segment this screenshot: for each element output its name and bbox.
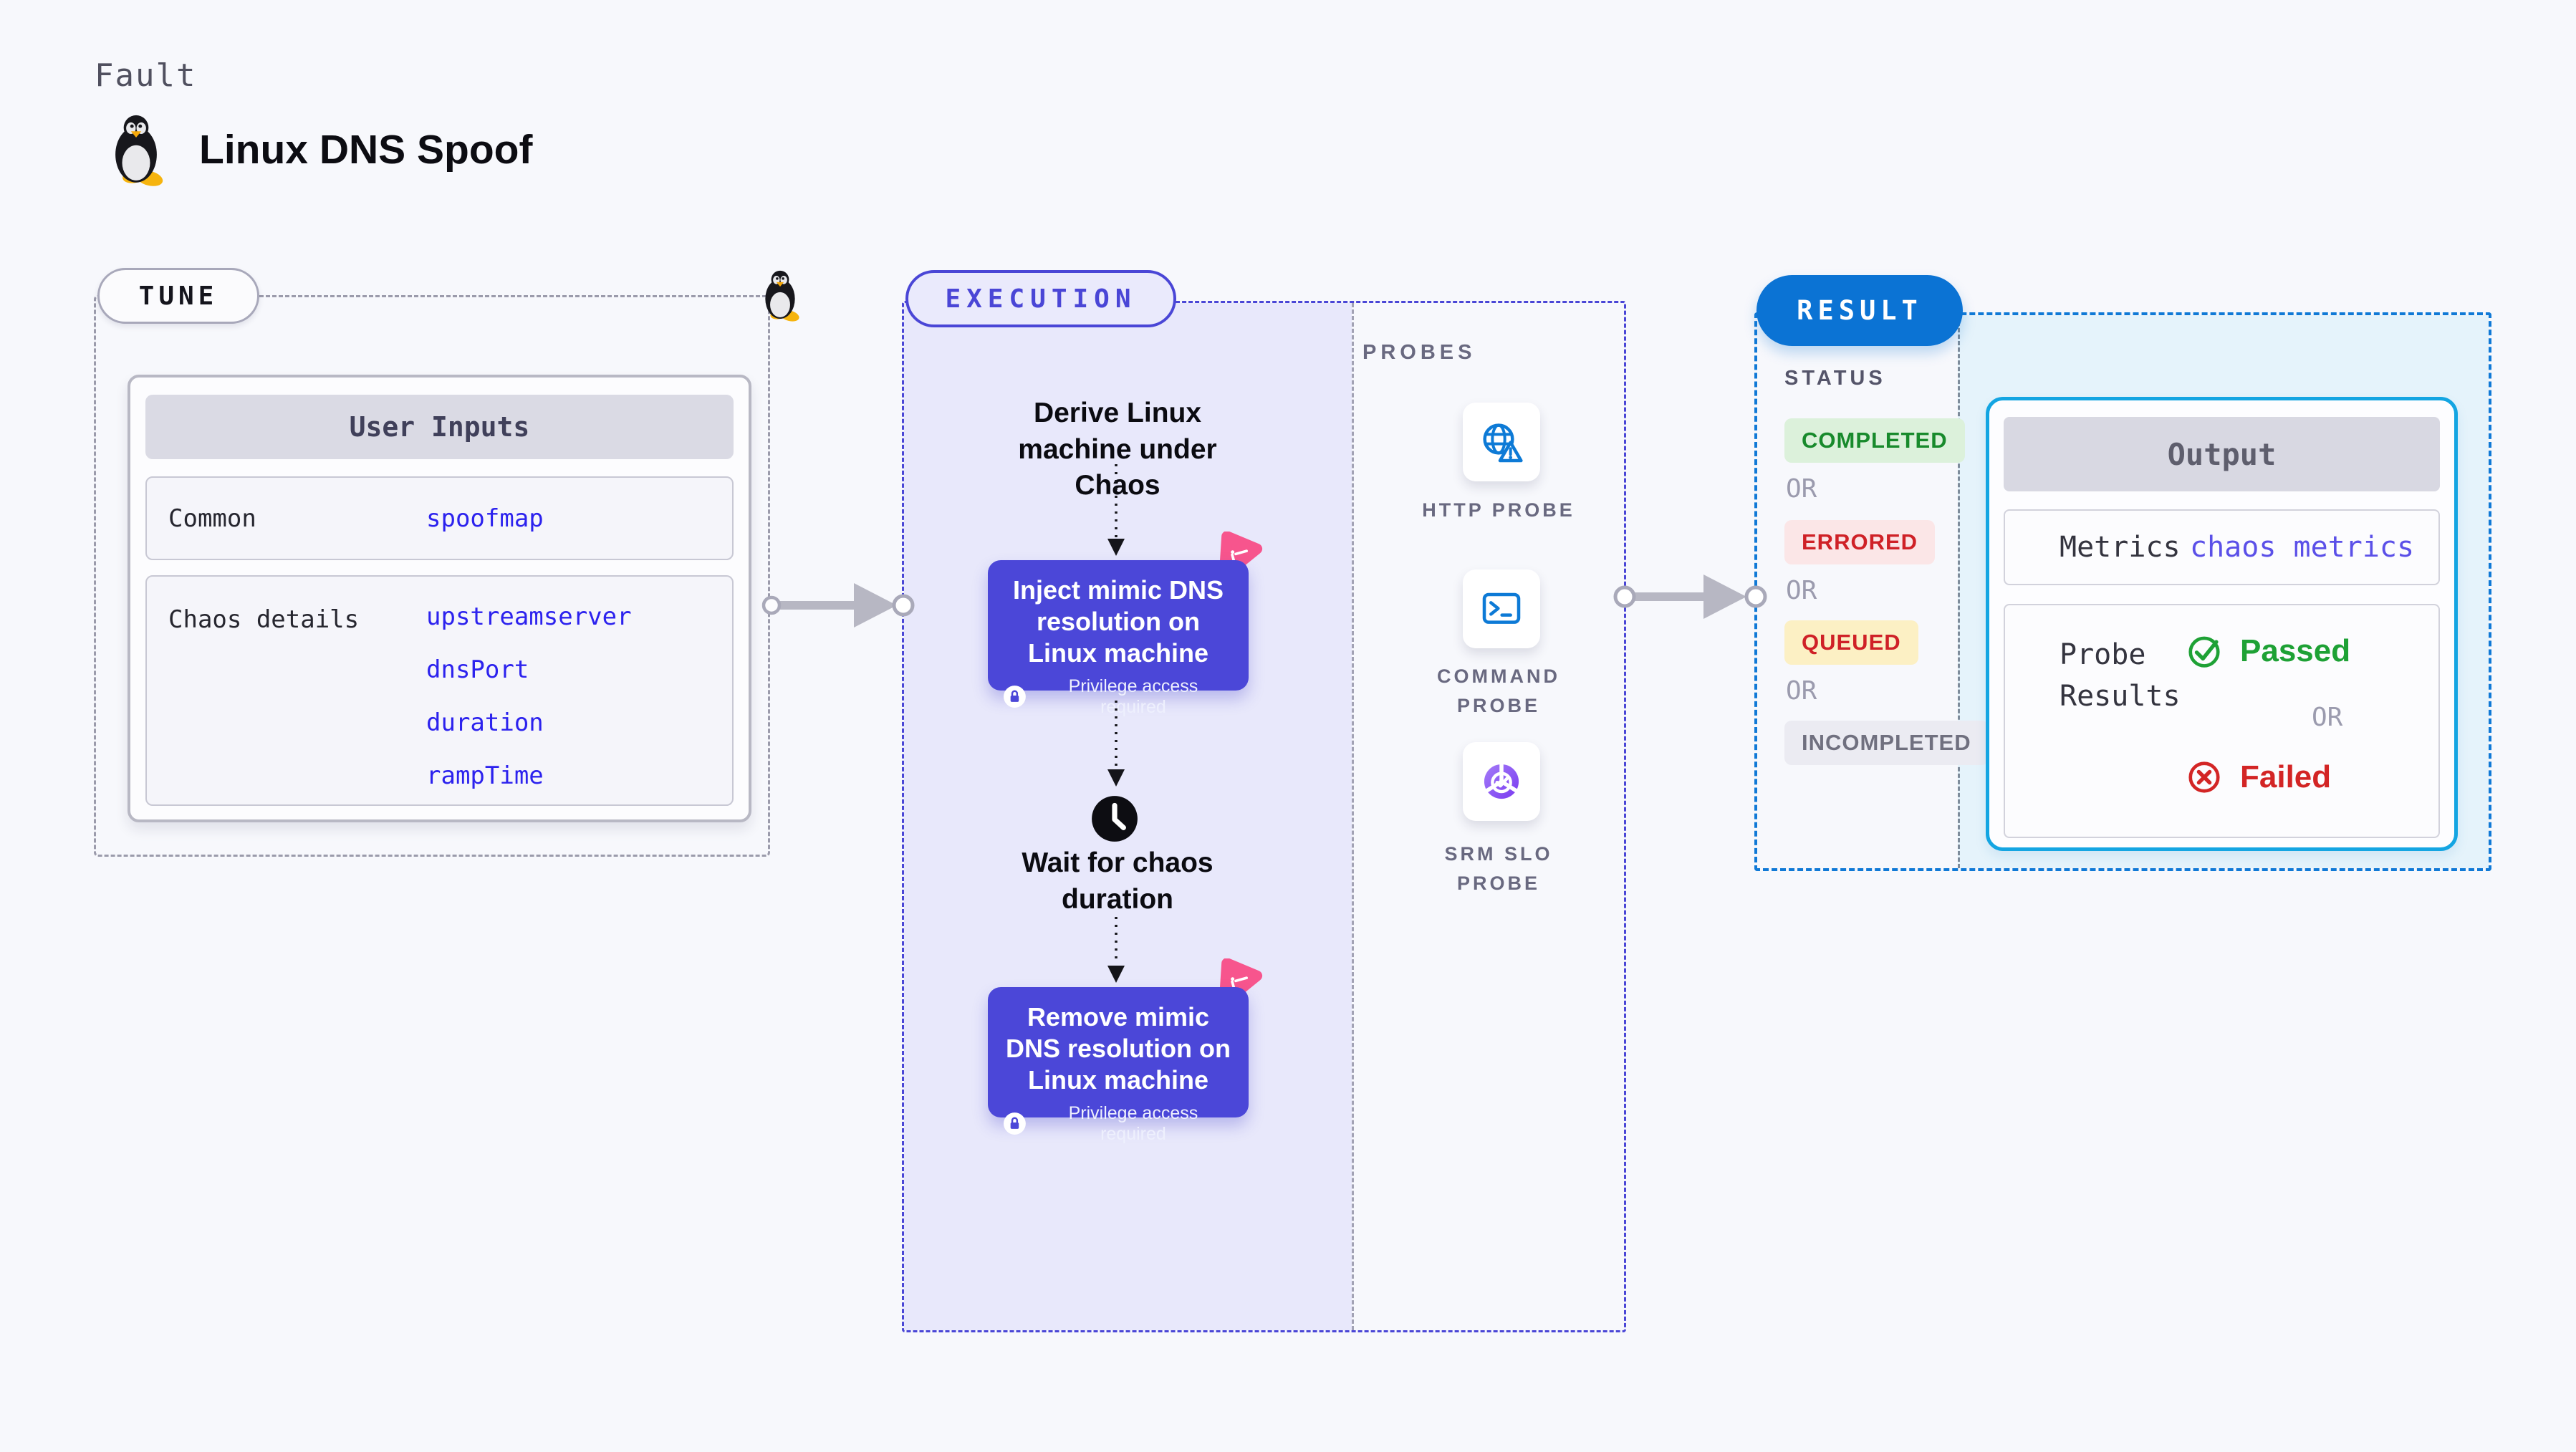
passed-label: Passed [2240,633,2351,668]
input-row-common: Common spoofmap [145,476,734,560]
or-label: OR [1786,676,1817,706]
status-title: STATUS [1784,367,1886,390]
input-value-link[interactable]: dnsPort [426,655,632,684]
lock-icon [1004,1112,1026,1135]
inject-node-title: Inject mimic DNS resolution on Linux mac… [1012,575,1224,668]
terminal-icon [1482,592,1521,624]
metrics-row: Metrics chaos metrics [2004,509,2440,585]
status-badge-completed: COMPLETED [1784,418,1965,463]
x-circle-icon [2188,761,2220,793]
http-probe-card [1463,403,1540,481]
input-value-link[interactable]: spoofmap [426,504,544,533]
result-pill: RESULT [1756,275,1963,346]
execution-pill: EXECUTION [905,270,1176,327]
chaos-metrics-link[interactable]: chaos metrics [2190,511,2414,584]
inject-chaos-node: Inject mimic DNS resolution on Linux mac… [988,560,1249,717]
input-row-label: Chaos details [168,605,360,634]
globe-alert-icon [1483,423,1523,463]
arrow-tune-to-execution [761,583,915,628]
page-title: Linux DNS Spoof [199,127,533,173]
input-row-chaos-details: Chaos details upstreamserver dnsPort dur… [145,575,734,806]
tux-penguin-icon [765,270,801,324]
clock-icon [1092,796,1138,842]
or-label: OR [1786,576,1817,605]
srm-slo-probe-label: SRM SLO PROBE [1444,843,1553,894]
derive-step-label: Derive Linux machine under Chaos [1018,398,1217,501]
user-inputs-title: User Inputs [145,395,734,459]
fault-kind-label: Fault [95,57,197,94]
input-row-label: Common [168,504,256,533]
http-probe-label: HTTP PROBE [1422,499,1575,521]
output-title: Output [2004,417,2440,491]
privilege-note: Privilege access required [1068,675,1198,717]
metrics-label: Metrics [2060,531,2181,564]
remove-chaos-node: Remove mimic DNS resolution on Linux mac… [988,987,1249,1144]
fault-diagram: Fault Linux DNS Spoof TUNE User Inputs C… [0,0,2576,1452]
command-probe-card [1463,569,1540,648]
srm-slo-probe-card [1463,742,1540,821]
or-label: OR [1786,474,1817,504]
status-badge-queued: QUEUED [1784,620,1918,665]
remove-node-title: Remove mimic DNS resolution on Linux mac… [1006,1002,1231,1095]
tux-penguin-icon [115,115,165,188]
lock-icon [1004,686,1026,708]
input-value-link[interactable]: upstreamserver [426,602,632,631]
probe-results-row: Probe Results Passed OR Failed [2004,604,2440,838]
status-badge-errored: ERRORED [1784,520,1936,564]
slo-pie-check-icon [1484,762,1519,799]
probes-title: PROBES [1363,341,1476,364]
arrow-execution-to-result [1613,574,1767,619]
wait-step-label: Wait for chaos duration [1022,847,1213,915]
failed-label: Failed [2240,759,2332,794]
or-label: OR [2312,703,2343,732]
input-value-link[interactable]: rampTime [426,761,632,790]
status-badge-incompleted: INCOMPLETED [1784,721,1989,765]
command-probe-label: COMMAND PROBE [1437,665,1560,716]
input-value-link[interactable]: duration [426,708,632,737]
check-circle-icon [2188,636,2220,668]
user-inputs-card: User Inputs Common spoofmap Chaos detail… [128,375,751,822]
probes-divider [1352,303,1354,1330]
status-divider [1958,315,1960,868]
privilege-note: Privilege access required [1068,1102,1198,1144]
tune-pill: TUNE [97,268,259,324]
output-card: Output Metrics chaos metrics Probe Resul… [1986,397,2458,851]
